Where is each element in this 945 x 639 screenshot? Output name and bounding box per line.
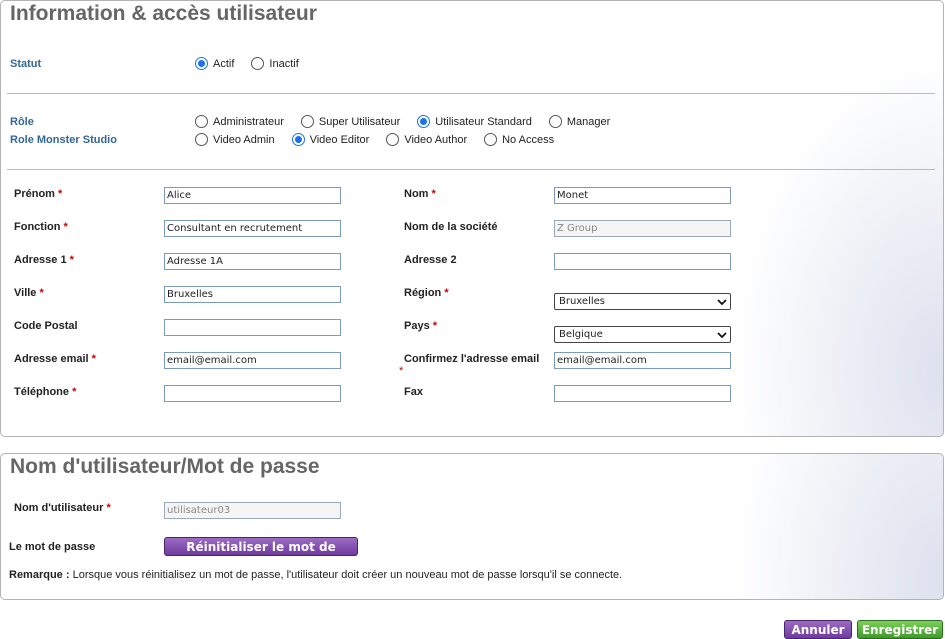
fax-input[interactable] — [554, 385, 731, 402]
adresse2-input[interactable] — [554, 253, 731, 270]
radio-icon[interactable] — [484, 133, 498, 146]
note-text: Lorsque vous réinitialisez un mot de pas… — [69, 569, 623, 581]
status-label: Statut — [10, 58, 42, 70]
chevron-down-icon — [717, 332, 727, 339]
monster-option-video-author[interactable]: Video Author — [386, 133, 467, 146]
monster-option-no-access[interactable]: No Access — [484, 133, 554, 146]
radio-icon[interactable] — [386, 133, 400, 146]
required-mark: * — [63, 221, 68, 233]
role-option-utilisateur-standard[interactable]: Utilisateur Standard — [417, 115, 532, 128]
region-select[interactable]: Bruxelles — [554, 293, 731, 310]
panel-title-login: Nom d'utilisateur/Mot de passe — [10, 455, 320, 478]
required-mark: * — [399, 365, 404, 377]
code-postal-input[interactable] — [164, 319, 341, 336]
telephone-input[interactable] — [164, 385, 341, 402]
pays-select[interactable]: Belgique — [554, 326, 731, 343]
required-mark: * — [72, 386, 77, 398]
email-confirm-input[interactable]: email@email.com — [554, 352, 731, 369]
role-label: Rôle — [10, 116, 34, 128]
status-radio-group: Actif Inactif — [195, 57, 299, 70]
role-monster-radio-group: Video Admin Video Editor Video Author No… — [195, 133, 554, 146]
region-select-value: Bruxelles — [559, 296, 605, 307]
radio-checked-icon[interactable] — [195, 57, 208, 70]
radio-icon[interactable] — [300, 115, 314, 128]
prenom-input[interactable]: Alice — [164, 187, 341, 204]
monster-option-video-admin[interactable]: Video Admin — [195, 133, 275, 146]
divider — [7, 93, 935, 94]
radio-icon[interactable] — [251, 57, 265, 70]
label-email: Adresse email * — [14, 353, 96, 365]
monster-option-video-editor[interactable]: Video Editor — [291, 133, 370, 146]
status-option-label: Inactif — [269, 57, 299, 70]
nom-input[interactable]: Monet — [554, 187, 731, 204]
radio-icon[interactable] — [195, 133, 208, 146]
label-region: Région * — [404, 287, 449, 299]
required-mark: * — [69, 254, 74, 266]
cancel-button[interactable]: Annuler — [784, 620, 852, 639]
label-pays: Pays * — [404, 320, 438, 332]
required-mark: * — [58, 188, 63, 200]
monster-option-label: Video Admin — [213, 133, 275, 146]
status-option-inactif[interactable]: Inactif — [251, 57, 299, 70]
pays-select-value: Belgique — [559, 329, 603, 340]
status-option-actif[interactable]: Actif — [195, 57, 234, 70]
role-option-administrateur[interactable]: Administrateur — [195, 115, 284, 128]
email-input[interactable]: email@email.com — [164, 352, 341, 369]
save-button[interactable]: Enregistrer — [857, 620, 943, 639]
label-code-postal: Code Postal — [14, 320, 78, 332]
ville-input[interactable]: Bruxelles — [164, 286, 341, 303]
label-fonction: Fonction * — [14, 221, 68, 233]
required-mark: * — [39, 287, 44, 299]
label-username: Nom d'utilisateur * — [14, 502, 111, 514]
label-prenom: Prénom * — [14, 188, 63, 200]
user-info-panel: Information & accès utilisateur Statut A… — [0, 0, 944, 437]
label-password: Le mot de passe — [9, 541, 96, 553]
radio-checked-icon[interactable] — [417, 115, 431, 128]
role-option-super-utilisateur[interactable]: Super Utilisateur — [300, 115, 401, 128]
role-option-label: Manager — [566, 115, 611, 128]
reset-password-button[interactable]: Réinitialiser le mot de passe — [164, 537, 358, 572]
required-mark: * — [106, 502, 111, 514]
role-option-manager[interactable]: Manager — [548, 115, 611, 128]
label-adresse1: Adresse 1 * — [14, 254, 74, 266]
role-option-label: Administrateur — [213, 115, 284, 128]
username-input[interactable]: utilisateur03 — [164, 502, 341, 519]
required-mark: * — [432, 320, 438, 332]
chevron-down-icon — [717, 299, 727, 306]
required-mark: * — [444, 287, 449, 299]
radio-checked-icon[interactable] — [291, 133, 305, 146]
label-fax: Fax — [404, 386, 423, 398]
password-note: Remarque : Lorsque vous réinitialisez un… — [9, 569, 622, 581]
label-nom: Nom * — [404, 188, 436, 200]
role-option-label: Utilisateur Standard — [435, 115, 532, 128]
status-option-label: Actif — [213, 57, 235, 70]
required-mark: * — [431, 188, 436, 200]
societe-input[interactable]: Z Group — [554, 220, 731, 237]
label-societe: Nom de la société — [404, 221, 498, 233]
monster-option-label: Video Author — [404, 133, 468, 146]
adresse1-input[interactable]: Adresse 1A — [164, 253, 341, 270]
fonction-input[interactable]: Consultant en recrutement — [164, 220, 341, 237]
radio-icon[interactable] — [548, 115, 562, 128]
monster-option-label: No Access — [502, 133, 555, 146]
role-monster-label: Role Monster Studio — [10, 134, 117, 146]
note-label: Remarque : — [9, 569, 70, 581]
role-option-label: Super Utilisateur — [318, 115, 401, 128]
required-mark: * — [91, 353, 96, 365]
label-telephone: Téléphone * — [14, 386, 77, 398]
monster-option-label: Video Editor — [309, 133, 370, 146]
login-panel: Nom d'utilisateur/Mot de passe Nom d'uti… — [0, 453, 944, 600]
label-adresse2: Adresse 2 — [404, 254, 457, 266]
role-radio-group: Administrateur Super Utilisateur Utilisa… — [195, 115, 610, 128]
radio-icon[interactable] — [195, 115, 208, 128]
label-email-confirm: Confirmez l'adresse email — [404, 353, 540, 365]
divider — [7, 169, 935, 170]
label-ville: Ville * — [14, 287, 44, 299]
panel-title-info: Information & accès utilisateur — [10, 2, 317, 25]
